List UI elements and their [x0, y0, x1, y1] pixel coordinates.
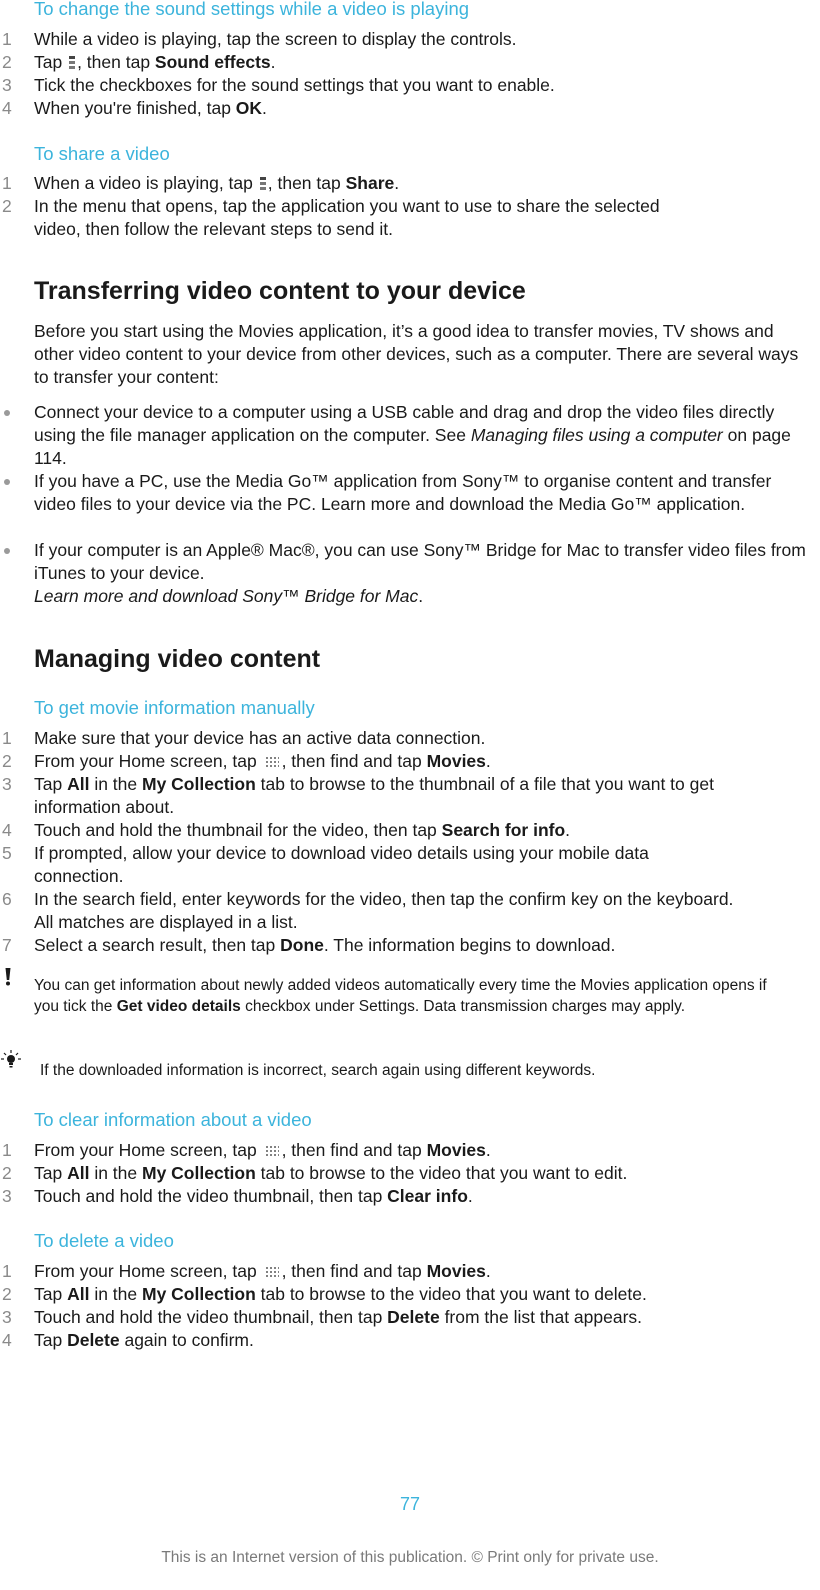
- ui-term: Search for info: [441, 820, 566, 840]
- ui-term: All: [67, 1163, 90, 1183]
- bullet-dot: [4, 410, 10, 416]
- ui-term: Share: [345, 173, 395, 193]
- step-text: While a video is playing, tap the screen…: [34, 29, 517, 49]
- step-text: When a video is playing, tap: [34, 173, 258, 193]
- step-number: 7: [2, 935, 12, 955]
- ui-term: Sound effects: [154, 52, 271, 72]
- ui-term: All: [67, 774, 90, 794]
- external-link[interactable]: Learn more and download Sony™ Bridge for…: [34, 586, 418, 606]
- section-heading-managing: Managing video content: [34, 645, 321, 673]
- intro-paragraph: Before you start using the Movies applic…: [34, 321, 799, 387]
- tip-text: If the downloaded information is incorre…: [40, 1062, 596, 1079]
- warning-icon: [5, 968, 11, 986]
- menu-icon: [69, 56, 76, 69]
- step-number: 1: [2, 1261, 12, 1281]
- step-number: 3: [2, 1186, 12, 1206]
- note-text: You can get information about newly adde…: [34, 977, 767, 1015]
- step-number: 6: [2, 889, 12, 909]
- step-number: 1: [2, 1140, 12, 1160]
- step-number: 4: [2, 820, 12, 840]
- page-number: 77: [399, 1494, 421, 1514]
- step-number: 2: [2, 1163, 12, 1183]
- bullet-dot: [4, 479, 10, 485]
- apps-grid-icon: [264, 1266, 279, 1278]
- step-text: In the menu that opens, tap the applicat…: [34, 196, 660, 239]
- ui-term: Delete: [387, 1307, 440, 1327]
- task-heading-get-info: To get movie information manually: [34, 697, 315, 718]
- step-number: 4: [2, 1330, 12, 1350]
- step-number: 2: [2, 1284, 12, 1304]
- step-text: Tap: [34, 52, 68, 72]
- menu-icon: [259, 177, 266, 190]
- step-text: If prompted, allow your device to downlo…: [34, 843, 649, 886]
- task-heading-sound-settings: To change the sound settings while a vid…: [34, 0, 470, 19]
- step-number: 2: [2, 52, 12, 72]
- ui-term: Clear info: [387, 1186, 468, 1206]
- ui-term: My Collection: [142, 1284, 256, 1304]
- step-text: In the search field, enter keywords for …: [34, 889, 734, 932]
- apps-grid-icon: [264, 1145, 279, 1157]
- ui-term: Movies: [426, 751, 486, 771]
- ui-term: OK: [235, 98, 263, 118]
- step-number: 1: [2, 173, 12, 193]
- step-number: 2: [2, 751, 12, 771]
- step-text: When you're finished, tap: [34, 98, 236, 118]
- step-number: 3: [2, 1307, 12, 1327]
- section-heading-transferring: Transferring video content to your devic…: [34, 277, 526, 305]
- ui-term: Delete: [67, 1330, 120, 1350]
- footer-notice: This is an Internet version of this publ…: [161, 1549, 659, 1566]
- task-heading-clear-info: To clear information about a video: [34, 1109, 312, 1130]
- task-heading-share-video: To share a video: [34, 143, 170, 164]
- step-number: 3: [2, 774, 12, 794]
- ui-term: All: [67, 1284, 90, 1304]
- step-number: 1: [2, 29, 12, 49]
- apps-grid-icon: [264, 756, 279, 768]
- cross-reference-link[interactable]: Managing files using a computer: [471, 425, 723, 445]
- ui-term: My Collection: [142, 1163, 256, 1183]
- step-number: 5: [2, 843, 12, 863]
- ui-term: Get video details: [116, 998, 241, 1015]
- ui-term: Movies: [426, 1140, 486, 1160]
- ui-term: My Collection: [142, 774, 256, 794]
- ui-term: Movies: [426, 1261, 486, 1281]
- step-number: 1: [2, 728, 12, 748]
- bullet-dot: [4, 548, 10, 554]
- ui-term: Done: [280, 935, 324, 955]
- step-text: Tick the checkboxes for the sound settin…: [34, 75, 555, 95]
- step-number: 4: [2, 98, 12, 118]
- step-number: 3: [2, 75, 12, 95]
- step-number: 2: [2, 196, 12, 216]
- step-text: Make sure that your device has an active…: [34, 728, 486, 748]
- task-heading-delete: To delete a video: [34, 1230, 174, 1251]
- tip-lightbulb-icon: [1, 1050, 21, 1068]
